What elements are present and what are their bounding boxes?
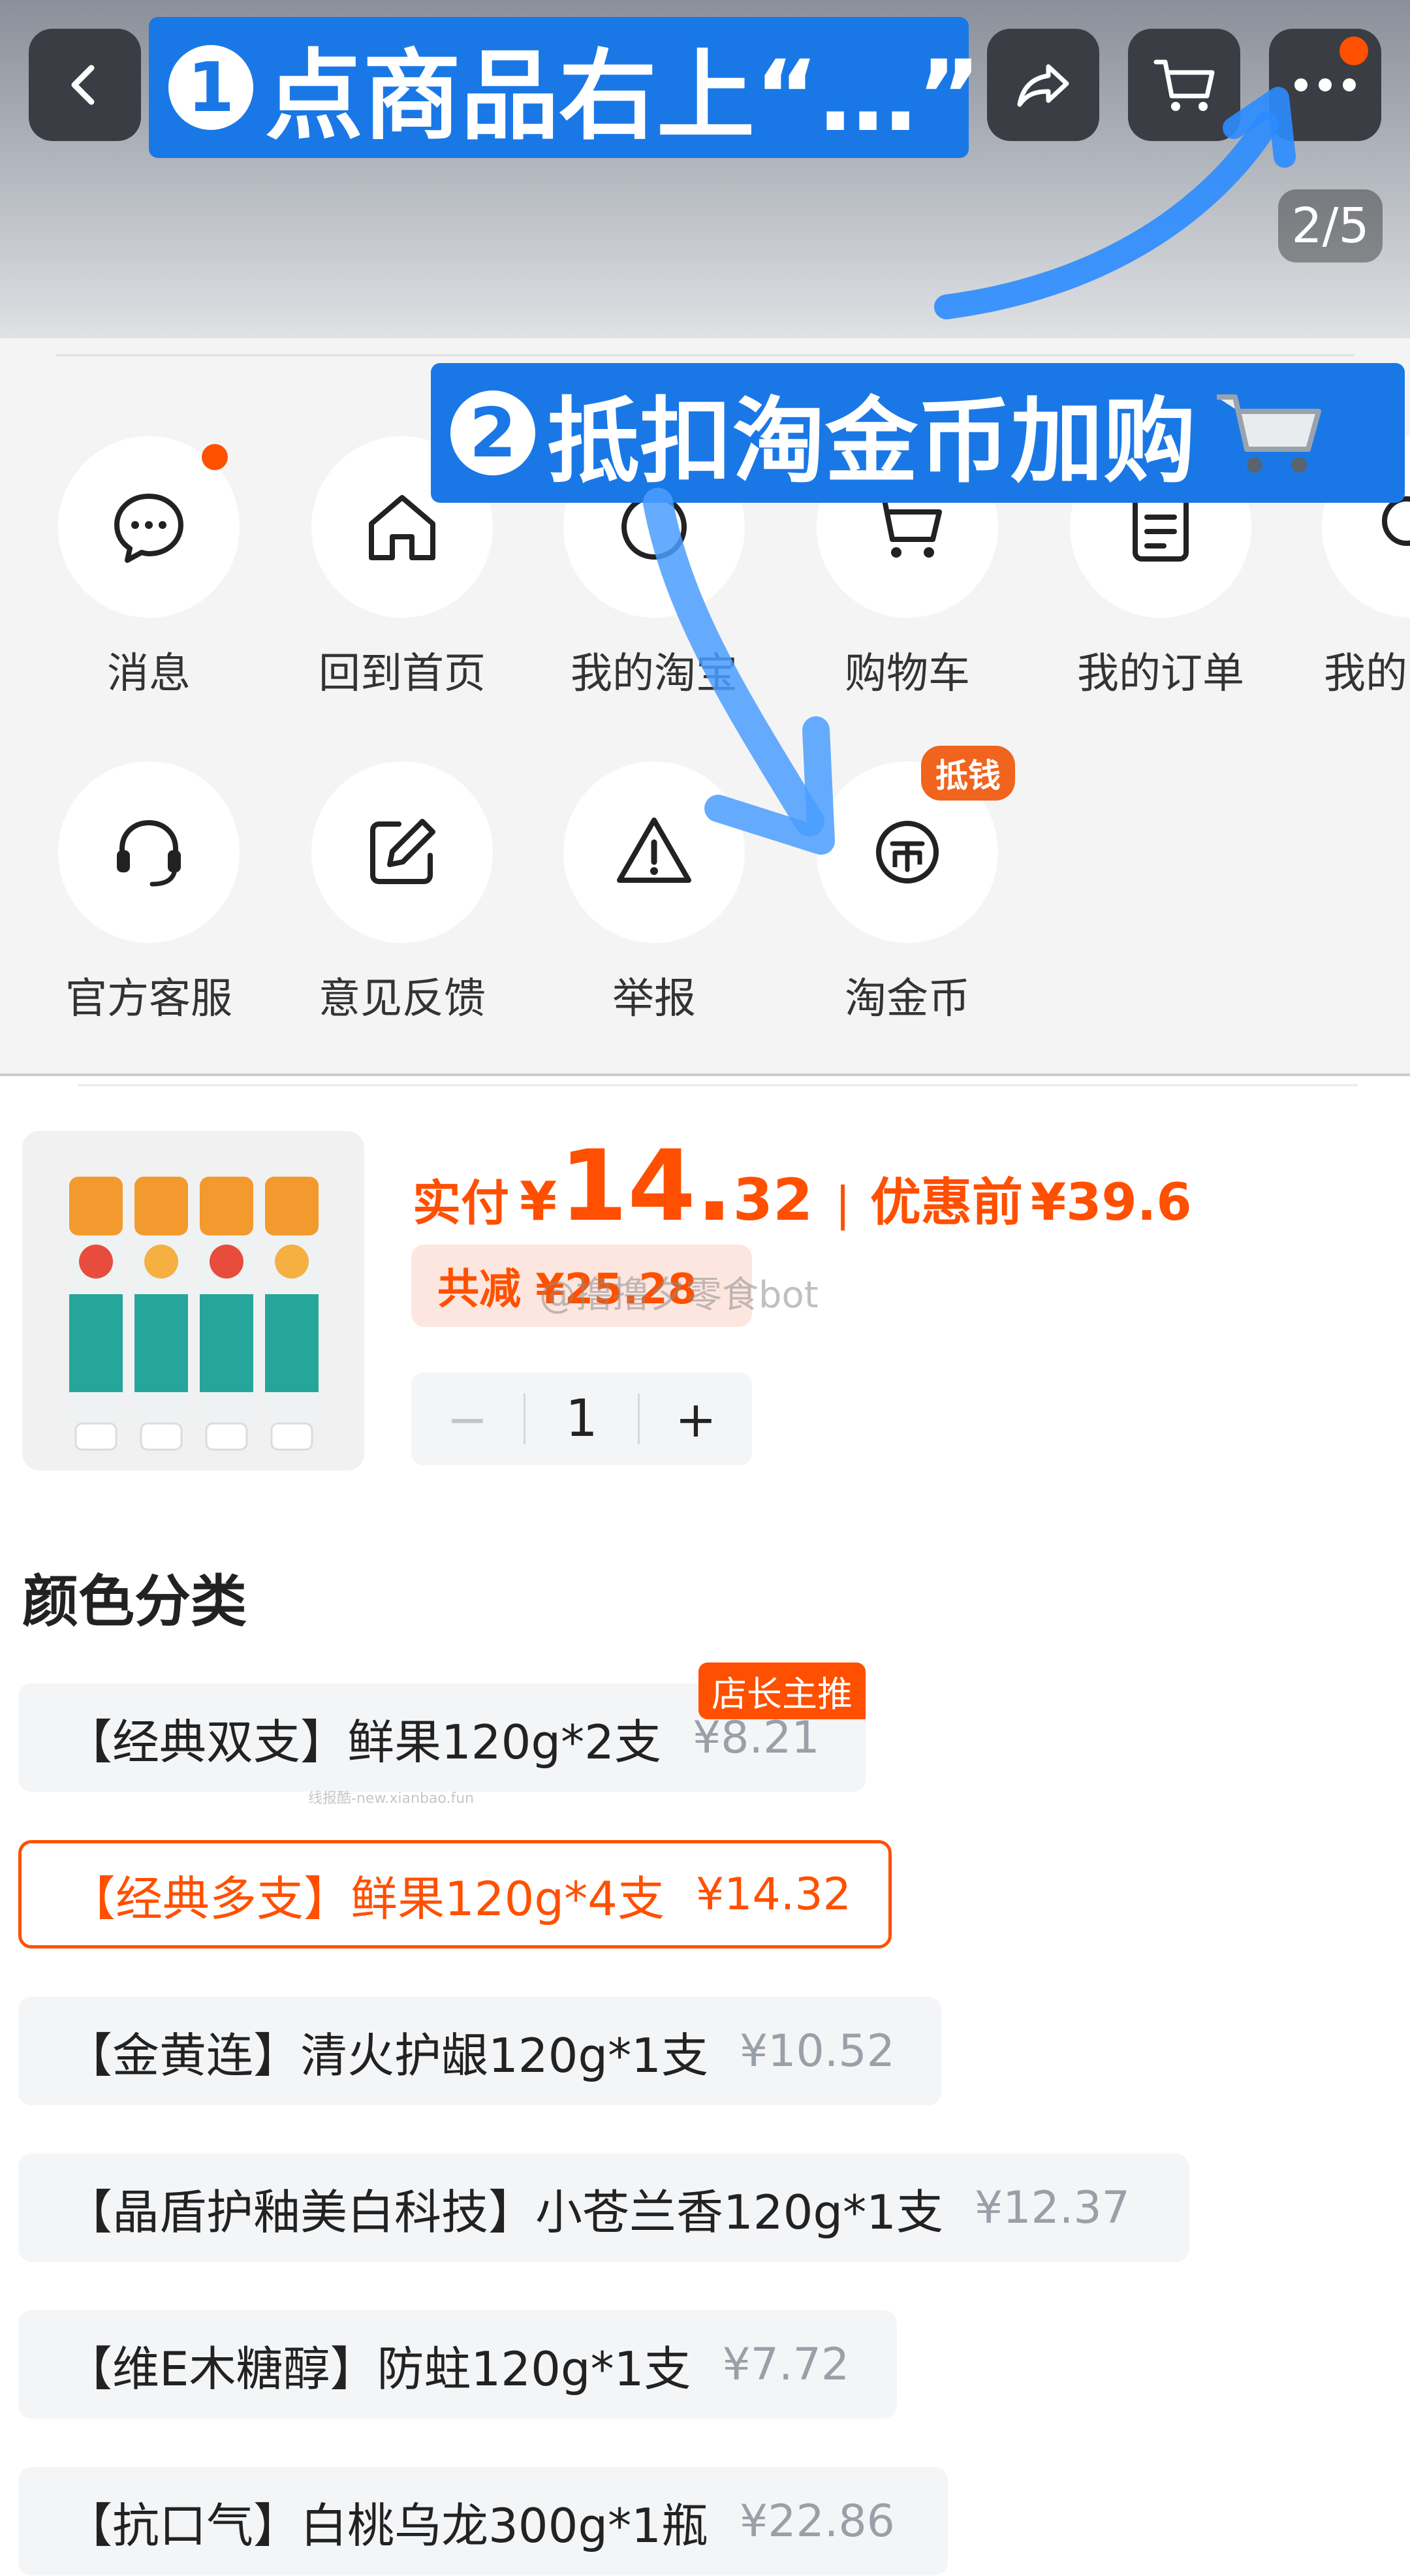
sku-option[interactable]: 【晶盾护釉美白科技】小苍兰香120g*1支 ¥12.37 — [18, 2154, 1189, 2262]
product-thumbnail[interactable] — [22, 1131, 364, 1471]
section-title-color-category: 颜色分类 — [22, 1569, 247, 1634]
section-divider — [78, 1084, 1358, 1087]
warning-icon — [617, 818, 691, 883]
quantity-value[interactable]: 1 — [525, 1390, 638, 1448]
headset-icon — [117, 819, 181, 887]
menu-icon-circle — [311, 761, 493, 943]
price-integer: 14. — [559, 1130, 733, 1243]
menu-item-report[interactable]: 举报 — [563, 761, 745, 1025]
shopping-cart-emoji-icon — [1217, 394, 1321, 473]
sku-option-name: 【金黄连】清火护龈120g*1支 — [65, 2027, 708, 2083]
callout-step-2: 2 抵扣淘金币加购 — [431, 363, 1405, 503]
menu-label: 消息 — [107, 650, 191, 698]
sku-option[interactable]: 【金黄连】清火护龈120g*1支 ¥10.52 — [18, 1997, 941, 2105]
pre-discount-label: 优惠前 — [870, 1173, 1023, 1232]
deduct-badge: 抵钱 — [921, 746, 1015, 801]
sku-option-name: 【维E木糖醇】防蛀120g*1支 — [65, 2341, 691, 2396]
menu-item-feedback[interactable]: 意见反馈 — [311, 761, 494, 1025]
recommend-tag: 店长主推 — [698, 1662, 866, 1719]
menu-item-messages[interactable]: 消息 — [57, 436, 240, 700]
edit-icon — [370, 819, 435, 884]
menu-label: 意见反馈 — [319, 975, 486, 1023]
coin-icon — [876, 821, 939, 883]
price-decimal: 32 — [732, 1166, 813, 1233]
sku-option-price: ¥7.72 — [722, 2338, 850, 2391]
menu-icon-circle — [58, 436, 240, 618]
decrease-button[interactable]: − — [411, 1390, 524, 1448]
sku-option-name: 【晶盾护釉美白科技】小苍兰香120g*1支 — [65, 2184, 943, 2240]
watermark-text: @撸撸夕零食bot — [539, 1274, 819, 1316]
sku-option-price: ¥14.32 — [695, 1868, 851, 1920]
price-row: 实付 ¥ 14. 32 | 优惠前 ¥39.6 — [413, 1130, 1192, 1243]
sku-option-name: 【经典双支】鲜果120g*2支 — [65, 1714, 661, 1770]
menu-label: 淘金币 — [845, 975, 970, 1023]
sku-option-name: 【经典多支】鲜果120g*4支 — [69, 1871, 665, 1926]
callout-arrow-1 — [934, 87, 1296, 319]
menu-label: 举报 — [612, 975, 696, 1023]
pay-label: 实付 — [413, 1175, 509, 1232]
menu-label: 我的 — [1324, 650, 1407, 698]
menu-label: 我的淘宝 — [571, 650, 738, 698]
menu-label: 回到首页 — [319, 650, 486, 698]
menu-icon-circle — [58, 761, 240, 943]
panel-divider — [56, 354, 1354, 357]
sku-option[interactable]: 【经典双支】鲜果120g*2支 ¥8.21 店长主推 — [18, 1662, 866, 1792]
step-number: 2 — [450, 390, 535, 475]
increase-button[interactable]: + — [640, 1390, 752, 1448]
chat-bubble-icon — [114, 494, 183, 563]
sku-option-name: 【抗口气】白桃乌龙300g*1瓶 — [65, 2498, 708, 2553]
more-menu-panel: 消息 回到首页 我的淘宝 购物车 我的订单 我的 官方客服 意见反馈 举报 抵钱… — [0, 338, 1410, 1076]
sku-option-selected[interactable]: 【经典多支】鲜果120g*4支 ¥14.32 — [18, 1840, 892, 1948]
menu-icon-circle: 抵钱 — [817, 746, 1015, 943]
currency-symbol: ¥ — [520, 1171, 557, 1233]
menu-item-customer-service[interactable]: 官方客服 — [57, 761, 240, 1025]
unread-dot — [202, 444, 228, 470]
sku-option[interactable]: 【维E木糖醇】防蛀120g*1支 ¥7.72 — [18, 2310, 897, 2419]
menu-label: 官方客服 — [65, 975, 232, 1023]
callout-text: 抵扣淘金币加购 — [547, 388, 1196, 496]
toothpaste-image — [69, 1177, 319, 1451]
price-separator: | — [835, 1177, 851, 1231]
pre-discount-price: ¥39.6 — [1030, 1173, 1192, 1232]
sku-option[interactable]: 【抗口气】白桃乌龙300g*1瓶 ¥22.86 — [18, 2467, 948, 2575]
menu-label: 我的订单 — [1077, 650, 1244, 698]
faint-watermark: 线报酷-new.xianbao.fun — [308, 1790, 475, 1807]
menu-icon-circle — [563, 761, 745, 943]
sku-option-price: ¥8.21 — [692, 1711, 820, 1764]
quantity-stepper: − 1 + — [411, 1373, 752, 1465]
product-image-header: 1 点商品右上“…” 2/5 — [0, 0, 1410, 338]
sku-option-price: ¥10.52 — [739, 2025, 895, 2077]
menu-label: 购物车 — [845, 650, 970, 698]
sku-option-price: ¥22.86 — [739, 2495, 895, 2547]
sku-option-price: ¥12.37 — [974, 2182, 1130, 2234]
menu-item-taojinbi[interactable]: 抵钱 淘金币 — [816, 746, 1015, 1025]
